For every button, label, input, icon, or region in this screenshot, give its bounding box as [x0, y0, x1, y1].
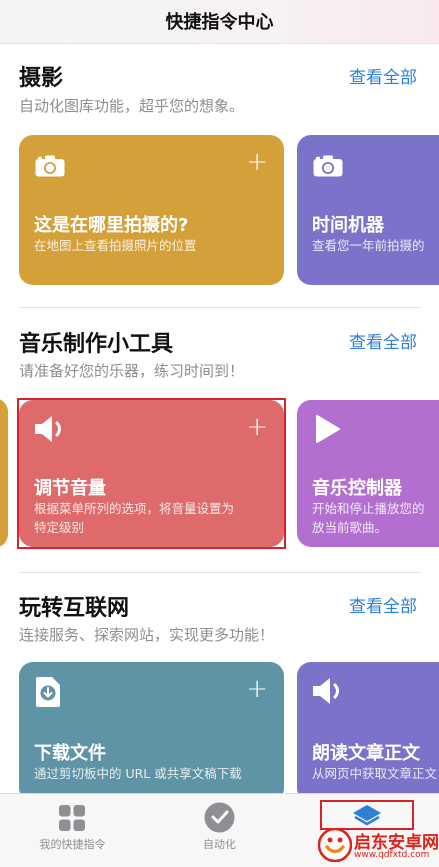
- shortcut-card-time-machine[interactable]: 时间机器 查看您一年前拍摄的: [297, 135, 439, 285]
- section-divider: [19, 572, 421, 573]
- shortcut-card-read-article[interactable]: 朗读文章正文 从网页中获取文章正文: [297, 662, 439, 802]
- card-description: 从网页中获取文章正文: [312, 766, 438, 781]
- tab-label: 自动化: [203, 838, 236, 851]
- card-description: 在地图上查看拍摄照片的位置: [34, 238, 197, 253]
- shortcut-card-where-taken[interactable]: + 这是在哪里拍摄的? 在地图上查看拍摄照片的位置: [19, 135, 284, 285]
- add-shortcut-button[interactable]: +: [246, 676, 268, 702]
- card-title: 下载文件: [34, 743, 106, 764]
- card-description-line-1: 开始和停止播放您的: [312, 501, 425, 516]
- file-download-icon: [36, 677, 60, 707]
- highlight-box: [17, 398, 286, 549]
- shortcut-card-music-controller[interactable]: 音乐控制器 开始和停止播放您的 放当前歌曲。: [297, 400, 439, 547]
- see-all-link[interactable]: 查看全部: [349, 592, 417, 617]
- tab-automation[interactable]: 自动化: [167, 794, 272, 867]
- speaker-icon: [313, 678, 339, 704]
- tab-my-shortcuts[interactable]: 我的快捷指令: [20, 794, 125, 867]
- section-title: 玩转互联网: [19, 596, 130, 621]
- card-description: 查看您一年前拍摄的: [312, 238, 425, 253]
- card-title: 朗读文章正文: [312, 743, 420, 764]
- section-divider: [19, 307, 421, 308]
- site-watermark: 启东安卓网 www.qdfxtd.com: [316, 826, 439, 864]
- watermark-url: www.qdfxtd.com: [354, 850, 430, 860]
- section-subtitle: 自动化图库功能，超乎您的想象。: [19, 97, 245, 115]
- shortcut-card-download-file[interactable]: + 下载文件 通过剪切板中的 URL 或共享文稿下载: [19, 662, 284, 802]
- see-all-link[interactable]: 查看全部: [349, 63, 417, 88]
- watermark-logo-icon: [318, 828, 352, 862]
- section-title: 摄影: [19, 66, 64, 91]
- check-circle-icon: [204, 802, 235, 833]
- card-description-line-2: 放当前歌曲。: [312, 520, 388, 535]
- grid-icon: [59, 805, 85, 831]
- tab-label: 我的快捷指令: [39, 838, 106, 851]
- section-subtitle: 连接服务、探索网站，实现更多功能！: [19, 626, 275, 644]
- see-all-link[interactable]: 查看全部: [349, 328, 417, 353]
- section-title: 音乐制作小工具: [19, 332, 174, 357]
- section-subtitle: 请准备好您的乐器，练习时间到！: [19, 362, 245, 380]
- camera-icon: [313, 155, 343, 177]
- page-title: 快捷指令中心: [165, 12, 274, 33]
- play-icon: [316, 415, 340, 443]
- shortcut-card-previous-edge[interactable]: [0, 398, 8, 548]
- nav-header: 快捷指令中心: [0, 0, 439, 44]
- card-description: 通过剪切板中的 URL 或共享文稿下载: [34, 766, 242, 781]
- add-shortcut-button[interactable]: +: [246, 149, 268, 175]
- card-title: 音乐控制器: [312, 478, 402, 499]
- card-title: 这是在哪里拍摄的?: [34, 215, 189, 236]
- camera-icon: [35, 155, 65, 177]
- card-title: 时间机器: [312, 215, 384, 236]
